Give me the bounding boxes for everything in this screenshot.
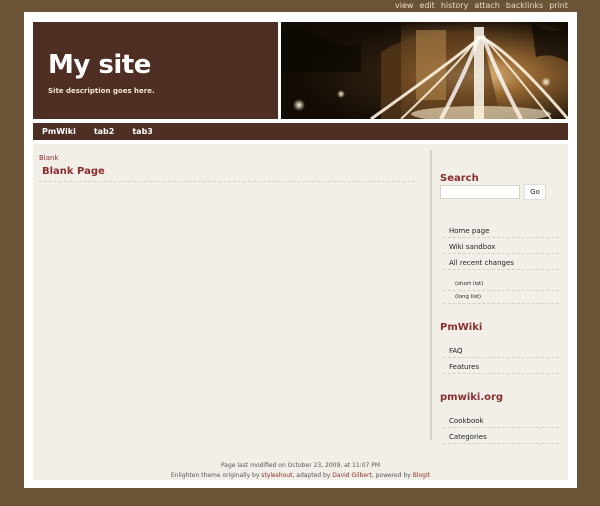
history-action-link[interactable]: history xyxy=(441,1,469,10)
go-button[interactable]: Go xyxy=(524,184,546,200)
sidebar-link-features[interactable]: Features xyxy=(443,360,559,374)
tab-navigation: PmWiki tab2 tab3 xyxy=(33,123,568,140)
header-fountain-image xyxy=(281,22,568,119)
sidebar-link-all-recent-changes[interactable]: All recent changes xyxy=(443,256,559,270)
credits-prefix: Enlighten theme originally by xyxy=(170,472,262,479)
site-title[interactable]: My site xyxy=(48,50,151,80)
view-action-link[interactable]: view xyxy=(395,1,413,10)
sidebar-link-cookbook[interactable]: Cookbook xyxy=(443,414,559,428)
search-heading: Search xyxy=(440,173,479,184)
fountain-night-photo xyxy=(281,22,568,119)
attach-action-link[interactable]: attach xyxy=(474,1,500,10)
site-header: My site Site description goes here. xyxy=(33,22,278,119)
styleshout-link[interactable]: styleshout xyxy=(261,472,292,479)
credits-mid2: , powered by xyxy=(371,472,413,479)
sidebar-link-long-list[interactable]: (long list) xyxy=(443,291,559,304)
tab-tab3[interactable]: tab3 xyxy=(132,127,153,136)
sidebar-link-wiki-sandbox[interactable]: Wiki sandbox xyxy=(443,240,559,254)
page-footer: Page last modified on October 23, 2009, … xyxy=(33,461,568,481)
credits-line: Enlighten theme originally by styleshout… xyxy=(33,471,568,481)
last-modified-text: Page last modified on October 23, 2009, … xyxy=(220,462,381,469)
sidebar: Search Go Home page Wiki sandbox All rec… xyxy=(439,144,564,444)
tab-tab2[interactable]: tab2 xyxy=(94,127,115,136)
sidebar-link-short-list[interactable]: (short list) xyxy=(443,278,559,291)
page-title: Blank Page xyxy=(42,166,105,177)
column-divider xyxy=(430,150,432,440)
title-divider xyxy=(39,181,415,182)
backlinks-action-link[interactable]: backlinks xyxy=(506,1,543,10)
content-area: Blank Blank Page Search Go Home page Wik… xyxy=(33,144,568,480)
sidebar-link-faq[interactable]: FAQ xyxy=(443,344,559,358)
page-actions-menu: view edit history attach backlinks print xyxy=(395,1,568,10)
sidebar-link-home-page[interactable]: Home page xyxy=(443,224,559,238)
print-action-link[interactable]: print xyxy=(549,1,568,10)
credits-mid: , adapted by xyxy=(292,472,333,479)
david-gilbert-link[interactable]: David Gilbert xyxy=(332,472,372,479)
blogit-link[interactable]: BlogIt xyxy=(413,472,430,479)
pmwiki-heading: PmWiki xyxy=(440,322,483,333)
search-input[interactable] xyxy=(440,185,520,199)
tab-pmwiki[interactable]: PmWiki xyxy=(42,127,76,136)
pmwikiorg-heading: pmwiki.org xyxy=(440,392,504,403)
main-column: Blank Blank Page xyxy=(33,144,428,436)
breadcrumb[interactable]: Blank xyxy=(39,154,59,162)
page-wrapper: My site Site description goes here. PmWi… xyxy=(24,12,577,488)
sidebar-link-categories[interactable]: Categories xyxy=(443,430,559,444)
site-description: Site description goes here. xyxy=(48,87,155,95)
edit-action-link[interactable]: edit xyxy=(419,1,434,10)
